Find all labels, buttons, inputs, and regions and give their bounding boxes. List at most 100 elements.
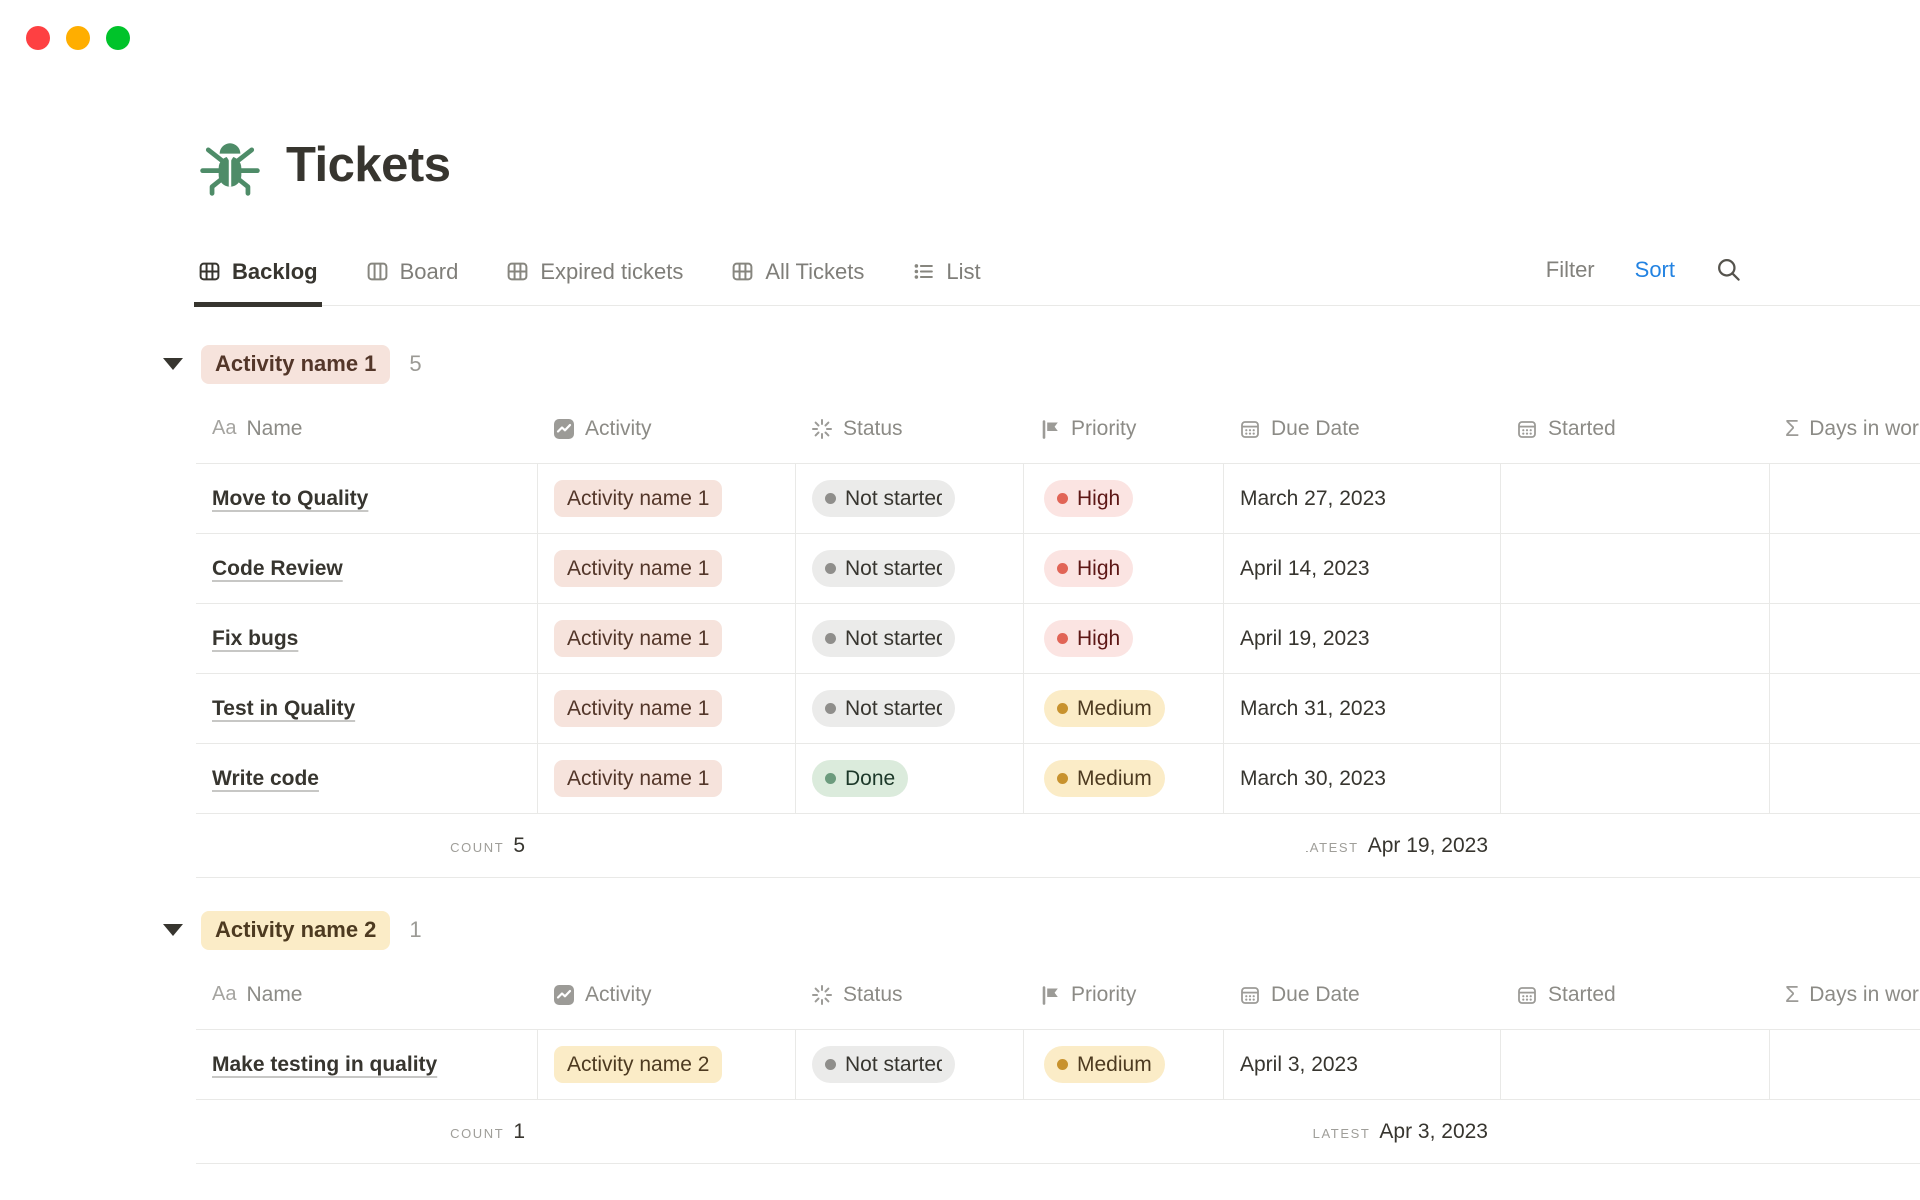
- tab-expired-tickets[interactable]: Expired tickets: [504, 248, 685, 305]
- column-header-days-in-work[interactable]: Σ Days in work: [1769, 394, 1920, 463]
- table-view-icon: [731, 260, 754, 283]
- activity-tag: Activity name 1: [554, 480, 722, 517]
- status-dot-icon: [825, 633, 836, 644]
- ticket-name-link[interactable]: Make testing in quality: [212, 1053, 437, 1077]
- column-header-due-date[interactable]: Due Date: [1223, 960, 1500, 1029]
- calendar-icon: [1239, 984, 1261, 1006]
- activity-tag: Activity name 1: [554, 690, 722, 727]
- count-aggregate[interactable]: COUNT5: [196, 814, 537, 877]
- activity-tag: Activity name 1: [554, 620, 722, 657]
- tab-all-tickets[interactable]: All Tickets: [729, 248, 866, 305]
- page-header: Tickets: [196, 130, 1920, 200]
- column-header-started[interactable]: Started: [1500, 394, 1769, 463]
- priority-dot-icon: [1057, 703, 1068, 714]
- column-header-started[interactable]: Started: [1500, 960, 1769, 1029]
- started-cell[interactable]: [1500, 464, 1769, 533]
- latest-date-aggregate[interactable]: LATESTApr 3, 2023: [1223, 1100, 1500, 1163]
- status-tag: Not started: [812, 620, 955, 657]
- days-in-work-cell[interactable]: [1769, 604, 1920, 673]
- column-header-activity[interactable]: Activity: [537, 394, 795, 463]
- started-cell[interactable]: [1500, 534, 1769, 603]
- due-date-cell[interactable]: April 3, 2023: [1223, 1030, 1500, 1099]
- calendar-icon: [1239, 418, 1261, 440]
- table-group-2: Aa Name Activity Status: [196, 960, 1920, 1164]
- ticket-name-link[interactable]: Code Review: [212, 557, 343, 581]
- started-cell[interactable]: [1500, 674, 1769, 743]
- priority-tag: High: [1044, 620, 1133, 657]
- group-pill[interactable]: Activity name 2: [201, 911, 390, 950]
- group-pill[interactable]: Activity name 1: [201, 345, 390, 384]
- days-in-work-cell[interactable]: [1769, 534, 1920, 603]
- status-spinner-icon: [811, 984, 833, 1006]
- days-in-work-cell[interactable]: [1769, 464, 1920, 533]
- zoom-window-button[interactable]: [106, 26, 130, 50]
- ticket-name-link[interactable]: Test in Quality: [212, 697, 355, 721]
- status-tag: Not started: [812, 1046, 955, 1083]
- column-header-status[interactable]: Status: [795, 960, 1023, 1029]
- status-tag: Not started: [812, 690, 955, 727]
- days-in-work-cell[interactable]: [1769, 1030, 1920, 1099]
- text-icon: Aa: [212, 983, 236, 1006]
- column-header-name[interactable]: Aa Name: [196, 394, 537, 463]
- column-header-name[interactable]: Aa Name: [196, 960, 537, 1029]
- due-date-cell[interactable]: April 19, 2023: [1223, 604, 1500, 673]
- group-header-activity-2: Activity name 2 1: [160, 908, 1920, 952]
- group-count: 5: [409, 351, 421, 377]
- ticket-name-link[interactable]: Write code: [212, 767, 319, 791]
- due-date-cell[interactable]: April 14, 2023: [1223, 534, 1500, 603]
- window-controls: [26, 26, 130, 50]
- activity-tag: Activity name 2: [554, 1046, 722, 1083]
- table-row: Fix bugs Activity name 1 Not started Hig…: [196, 604, 1920, 674]
- relation-icon: [553, 418, 575, 440]
- count-aggregate[interactable]: COUNT1: [196, 1100, 537, 1163]
- started-cell[interactable]: [1500, 744, 1769, 813]
- group-collapse-toggle[interactable]: [160, 358, 186, 370]
- tab-board[interactable]: Board: [364, 248, 461, 305]
- priority-tag: Medium: [1044, 690, 1165, 727]
- started-cell[interactable]: [1500, 1030, 1769, 1099]
- due-date-cell[interactable]: March 30, 2023: [1223, 744, 1500, 813]
- tab-list[interactable]: List: [910, 248, 982, 305]
- search-icon[interactable]: [1715, 256, 1742, 283]
- status-dot-icon: [825, 1059, 836, 1070]
- due-date-cell[interactable]: March 31, 2023: [1223, 674, 1500, 743]
- table-view-icon: [506, 260, 529, 283]
- started-cell[interactable]: [1500, 604, 1769, 673]
- status-tag: Done: [812, 760, 908, 797]
- ticket-name-link[interactable]: Move to Quality: [212, 487, 368, 511]
- latest-date-aggregate[interactable]: LATESTApr 19, 2023: [1223, 814, 1500, 877]
- activity-tag: Activity name 1: [554, 550, 722, 587]
- chevron-down-icon: [163, 924, 183, 936]
- column-header-priority[interactable]: Priority: [1023, 960, 1223, 1029]
- priority-tag: High: [1044, 550, 1133, 587]
- column-header-due-date[interactable]: Due Date: [1223, 394, 1500, 463]
- priority-dot-icon: [1057, 1059, 1068, 1070]
- sort-button[interactable]: Sort: [1635, 257, 1675, 283]
- ticket-name-link[interactable]: Fix bugs: [212, 627, 298, 651]
- table-group-1: Aa Name Activity Status: [196, 394, 1920, 878]
- calendar-icon: [1516, 984, 1538, 1006]
- calendar-icon: [1516, 418, 1538, 440]
- tab-label: Backlog: [232, 259, 318, 285]
- table-header-row: Aa Name Activity Status: [196, 960, 1920, 1030]
- view-controls: Filter Sort: [1546, 248, 1742, 283]
- filter-button[interactable]: Filter: [1546, 257, 1595, 283]
- minimize-window-button[interactable]: [66, 26, 90, 50]
- tab-backlog[interactable]: Backlog: [196, 248, 320, 305]
- priority-dot-icon: [1057, 773, 1068, 784]
- group-collapse-toggle[interactable]: [160, 924, 186, 936]
- column-header-priority[interactable]: Priority: [1023, 394, 1223, 463]
- chevron-down-icon: [163, 358, 183, 370]
- column-header-status[interactable]: Status: [795, 394, 1023, 463]
- days-in-work-cell[interactable]: [1769, 744, 1920, 813]
- column-header-days-in-work[interactable]: Σ Days in work: [1769, 960, 1920, 1029]
- due-date-cell[interactable]: March 27, 2023: [1223, 464, 1500, 533]
- close-window-button[interactable]: [26, 26, 50, 50]
- days-in-work-cell[interactable]: [1769, 674, 1920, 743]
- status-tag: Not started: [812, 480, 955, 517]
- column-header-activity[interactable]: Activity: [537, 960, 795, 1029]
- board-view-icon: [366, 260, 389, 283]
- tab-label: All Tickets: [765, 259, 864, 285]
- flag-icon: [1039, 418, 1061, 440]
- group-count: 1: [409, 917, 421, 943]
